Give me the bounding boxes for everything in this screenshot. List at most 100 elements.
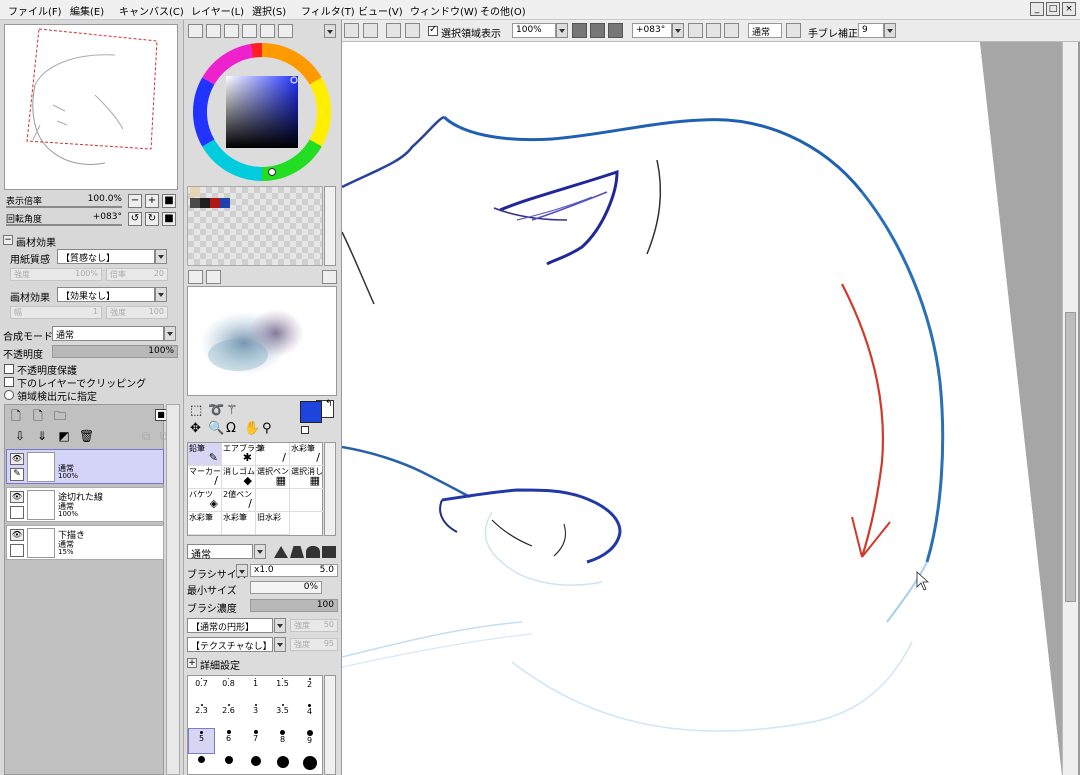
brush-size-preset[interactable]: 1.5 — [269, 676, 296, 702]
protect-opacity-checkbox[interactable] — [4, 364, 14, 374]
merge-down-icon[interactable]: ⇓ — [35, 429, 49, 443]
opacity-slider[interactable]: 100% — [52, 345, 178, 358]
close-button[interactable]: × — [1062, 2, 1076, 16]
clear-layer-icon[interactable]: ◩ — [57, 429, 71, 443]
scratchpad-option-button[interactable] — [206, 270, 221, 284]
reset-colors-icon[interactable] — [301, 426, 309, 434]
swatch-color[interactable] — [190, 187, 200, 197]
color-wheel[interactable] — [190, 40, 334, 184]
detect-source-radio[interactable] — [4, 390, 14, 400]
swatch-scrollbar[interactable] — [324, 186, 336, 266]
zoom-in-button[interactable] — [590, 23, 605, 38]
brush-tip-medium-icon[interactable] — [290, 546, 304, 558]
brush-texture-select[interactable]: 【テクスチャなし】 — [187, 637, 273, 652]
color-swatch-area[interactable] — [187, 186, 323, 266]
brush-tool-binary-pen[interactable]: 2値ペン / — [222, 489, 256, 512]
brush-size-slider[interactable]: x1.0 5.0 — [250, 564, 338, 577]
zoom-select[interactable]: 100% — [512, 23, 556, 38]
layer-lock-box[interactable] — [10, 506, 24, 519]
view-mode-select[interactable]: 通常 — [748, 23, 782, 38]
brush-blend-select[interactable]: 通常 — [187, 544, 253, 561]
brush-tool-marker[interactable]: マーカー / — [188, 466, 222, 489]
menu-file[interactable]: ファイル(F) — [8, 3, 62, 18]
brush-size-preset[interactable]: 6 — [215, 728, 242, 754]
brush-tool-empty[interactable] — [256, 489, 290, 512]
swap-colors-icon[interactable]: ↰ — [325, 399, 333, 409]
color-wheel-tab[interactable] — [188, 24, 203, 38]
brush-shape-dropdown[interactable] — [274, 618, 286, 633]
primary-color-box[interactable] — [300, 401, 322, 423]
zoom-out-button[interactable] — [572, 23, 587, 38]
brush-size-preset[interactable]: 0.7 — [188, 676, 215, 702]
brush-tip-round-icon[interactable] — [306, 546, 320, 558]
swatch-tab[interactable] — [260, 24, 275, 38]
rgb-slider-tab[interactable] — [206, 24, 221, 38]
drawing-canvas[interactable] — [342, 42, 1080, 775]
brush-size-preset[interactable] — [188, 754, 215, 775]
brush-size-preset[interactable]: 4 — [296, 702, 323, 728]
zoom-dropdown[interactable] — [556, 23, 568, 38]
canvas-scroll-thumb[interactable] — [1065, 312, 1076, 602]
magic-wand-icon[interactable]: ⚚ — [226, 404, 238, 418]
navigator-preview[interactable] — [4, 24, 178, 190]
hsv-slider-tab[interactable] — [224, 24, 239, 38]
brush-blend-dropdown[interactable] — [254, 544, 266, 559]
menu-filter[interactable]: フィルタ(T) — [301, 3, 355, 18]
brush-size-preset[interactable] — [215, 754, 242, 775]
brush-tool-pencil[interactable]: 鉛筆 ✎ — [188, 443, 222, 466]
canvas-vertical-scrollbar[interactable] — [1062, 42, 1078, 775]
eye-icon[interactable]: 👁 — [10, 453, 24, 465]
brush-tool-watercolor-2[interactable]: 水彩筆 — [188, 512, 222, 535]
nav-zoom-in-button[interactable]: + — [145, 194, 159, 208]
nav-rotate-right-button[interactable]: ↻ — [145, 212, 159, 226]
brush-tool-eraser[interactable]: 消しゴム ◆ — [222, 466, 256, 489]
material-effect-dropdown[interactable] — [155, 287, 167, 302]
brush-size-preset[interactable]: 7 — [242, 728, 269, 754]
rotation-angle-track[interactable] — [6, 224, 122, 226]
brush-size-preset[interactable] — [242, 754, 269, 775]
swatch-color[interactable] — [200, 198, 210, 208]
invert-selection-button[interactable] — [405, 23, 420, 38]
nav-zoom-out-button[interactable]: − — [128, 194, 142, 208]
brush-size-preset[interactable]: 8 — [269, 728, 296, 754]
swatch-color[interactable] — [220, 198, 230, 208]
flip-button[interactable] — [786, 23, 801, 38]
new-layer-icon[interactable]: 🗋 — [9, 409, 23, 423]
menu-other[interactable]: その他(O) — [480, 3, 526, 18]
redo-button[interactable] — [363, 23, 378, 38]
blend-mode-select[interactable]: 通常 — [52, 326, 164, 341]
display-zoom-track[interactable] — [6, 206, 122, 208]
brush-size-preset[interactable]: 2.6 — [215, 702, 242, 728]
color-panel-menu[interactable] — [324, 24, 336, 38]
brush-shape-select[interactable]: 【通常の円形】 — [187, 618, 273, 633]
rotate-tool-icon[interactable]: Ω — [226, 422, 236, 436]
maximize-button[interactable]: □ — [1046, 2, 1060, 16]
advanced-settings-expand-icon[interactable]: + — [187, 658, 197, 668]
lasso-icon[interactable]: ➰ — [208, 404, 224, 418]
brush-grid-scrollbar[interactable] — [324, 442, 336, 536]
brush-tip-sharp-icon[interactable] — [274, 546, 288, 558]
new-linework-layer-icon[interactable]: 🗋 — [31, 409, 45, 423]
brush-size-preset[interactable]: 0.8 — [215, 676, 242, 702]
brush-tool-bucket[interactable]: バケツ ◈ — [188, 489, 222, 512]
layer-lock-box[interactable] — [10, 544, 24, 557]
swatch-color[interactable] — [210, 198, 220, 208]
brush-size-multiplier-dropdown[interactable] — [236, 564, 248, 577]
display-zoom-slider[interactable]: 表示倍率 100.0% — [2, 192, 124, 210]
minimize-button[interactable]: _ — [1030, 2, 1044, 16]
move-icon[interactable]: ✥ — [190, 422, 201, 436]
pen-icon[interactable]: ✎ — [10, 468, 24, 481]
stabilizer-dropdown[interactable] — [884, 23, 896, 38]
brush-size-preset[interactable] — [296, 754, 323, 775]
brush-size-preset[interactable]: 5 — [188, 728, 215, 754]
brush-tool-airbrush[interactable]: エアブラシ ✱ — [222, 443, 263, 466]
brush-density-slider[interactable]: 100 — [250, 599, 338, 612]
hand-tool-icon[interactable]: ✋ — [244, 422, 260, 436]
material-collapse-icon[interactable]: − — [3, 235, 13, 245]
menu-select[interactable]: 選択(S) — [252, 3, 286, 18]
menu-view[interactable]: ビュー(V) — [358, 3, 403, 18]
brush-size-preset[interactable]: 2 — [296, 676, 323, 702]
menu-edit[interactable]: 編集(E) — [70, 3, 104, 18]
brush-tool-watercolor-3[interactable]: 水彩筆 — [222, 512, 256, 535]
layer-row[interactable]: 👁 ✎ 通常 100% — [6, 449, 164, 484]
